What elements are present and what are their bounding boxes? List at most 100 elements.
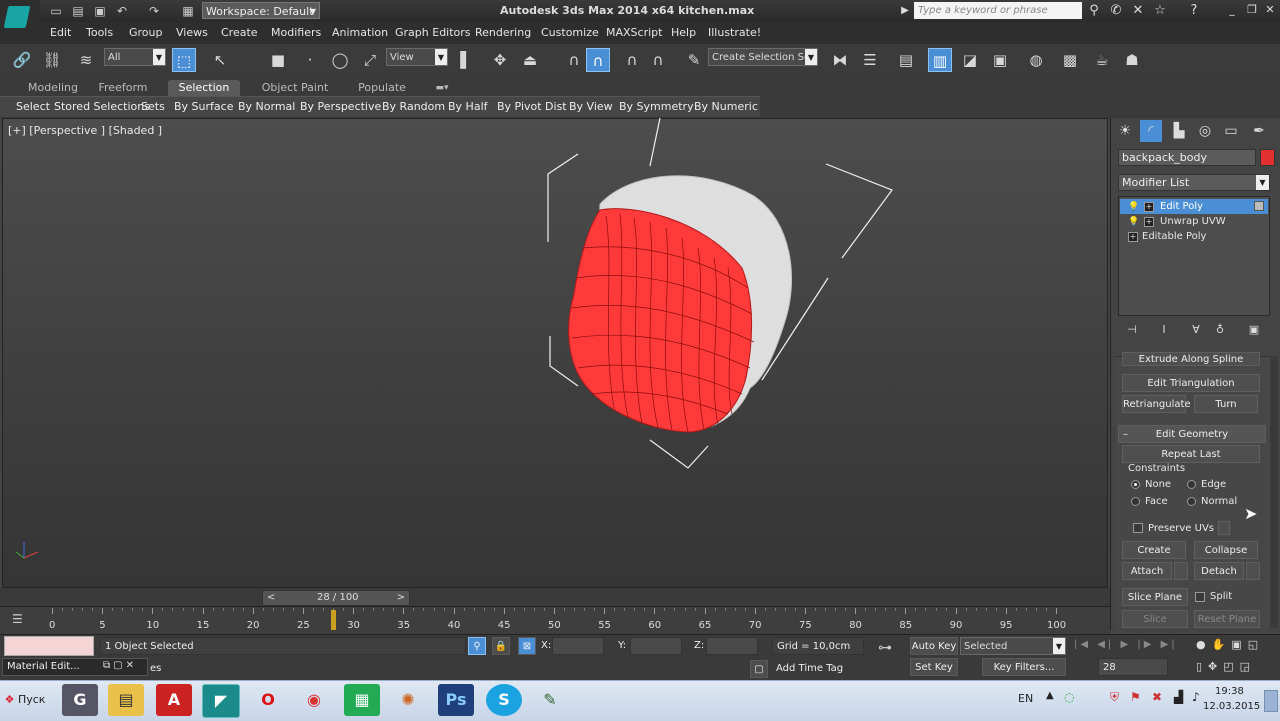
workspace-select[interactable]: Workspace: Default ▼ [202, 2, 320, 19]
edit-geometry-rollout-header[interactable]: – Edit Geometry [1118, 425, 1266, 443]
rectangular-region-icon[interactable]: ■ [266, 48, 290, 72]
split-checkbox[interactable] [1195, 592, 1205, 602]
keyboard-shortcut-override-icon[interactable]: ⏏ [518, 48, 542, 72]
minimize-icon[interactable]: _ [1224, 3, 1240, 18]
show-desktop-button[interactable] [1264, 690, 1278, 712]
start-button[interactable]: ❖ Пуск [2, 684, 48, 716]
time-prev-button[interactable]: < [267, 592, 275, 603]
percent-snap-icon[interactable]: ∩ [620, 48, 644, 72]
slice-plane-button[interactable]: Slice Plane [1122, 588, 1188, 606]
maxscript-listener[interactable] [4, 636, 94, 656]
taskbar-skype-icon[interactable]: S [486, 684, 522, 716]
ribbon-item-by-half[interactable]: By Half [448, 100, 488, 113]
detach-settings-icon[interactable] [1246, 562, 1260, 580]
set-keys-key-icon[interactable]: ⊶ [878, 640, 892, 656]
extrude-along-spline-button[interactable]: Extrude Along Spline [1122, 352, 1260, 366]
constraint-face-radio[interactable] [1131, 497, 1140, 506]
expand-plus-icon[interactable]: + [1144, 202, 1154, 212]
key-filters-button[interactable]: Key Filters... [982, 658, 1066, 676]
spinner-snap-icon[interactable]: ∩ [646, 48, 670, 72]
expand-plus-icon[interactable]: + [1144, 217, 1154, 227]
menu-rendering[interactable]: Rendering [475, 26, 531, 39]
ribbon-item-by-random[interactable]: By Random [382, 100, 445, 113]
stack-item-editable-poly[interactable]: + Editable Poly [1120, 229, 1268, 244]
ribbon-item-by-symmetry[interactable]: By Symmetry [619, 100, 694, 113]
select-manipulate-icon[interactable]: ✥ [488, 48, 512, 72]
modify-tab-icon[interactable]: ◜ [1140, 120, 1162, 142]
create-tab-icon[interactable]: ☀ [1114, 120, 1136, 142]
tab-object-paint[interactable]: Object Paint [260, 80, 330, 96]
current-frame-field[interactable]: 28 [1098, 658, 1168, 676]
render-production-icon[interactable]: ☗ [1120, 48, 1144, 72]
pin-stack-icon[interactable]: ⊣ [1124, 323, 1140, 339]
menu-animation[interactable]: Animation [332, 26, 388, 39]
save-file-icon[interactable]: ▣ [92, 3, 108, 19]
selection-filter-select[interactable]: All ▼ [104, 48, 166, 66]
lightbulb-icon[interactable]: 💡 [1128, 215, 1139, 227]
select-move-icon[interactable]: ◯ [328, 48, 352, 72]
modifier-list-select[interactable]: Modifier List ▼ [1118, 174, 1270, 191]
create-button[interactable]: Create [1122, 541, 1186, 559]
attach-settings-icon[interactable] [1174, 562, 1188, 580]
slice-button[interactable]: Slice [1122, 610, 1188, 628]
detach-button[interactable]: Detach [1194, 562, 1244, 580]
communication-center-icon[interactable]: ✆ [1108, 3, 1124, 19]
mini-curve-editor-icon[interactable]: ☰ [12, 612, 23, 626]
tab-modeling[interactable]: Modeling [26, 80, 80, 96]
constraint-none-radio[interactable] [1131, 480, 1140, 489]
exchange-icon[interactable]: ✕ [1130, 3, 1146, 19]
menu-modifiers[interactable]: Modifiers [271, 26, 321, 39]
play-arrow-icon[interactable]: ▶ [897, 3, 913, 19]
graphite-modeling-tools-button[interactable]: ▥ [928, 48, 952, 72]
tray-alert-icon[interactable]: ✖ [1152, 690, 1162, 704]
curve-editor-icon[interactable]: ◪ [958, 48, 982, 72]
x-coordinate-field[interactable] [552, 637, 604, 655]
constraint-edge-radio[interactable] [1187, 480, 1196, 489]
tray-network-icon[interactable]: ▟ [1174, 690, 1183, 704]
taskbar-chrome-icon[interactable]: ◉ [296, 684, 332, 716]
ribbon-item-sets[interactable]: Sets [141, 100, 165, 113]
material-editor-icon[interactable]: ◍ [1024, 48, 1048, 72]
menu-graph-editors[interactable]: Graph Editors [395, 26, 471, 39]
constraint-normal-radio[interactable] [1187, 497, 1196, 506]
angle-snap-button[interactable]: ∩ [586, 48, 610, 72]
remove-modifier-icon[interactable]: ♁ [1212, 323, 1228, 339]
expand-plus-icon[interactable]: + [1128, 232, 1138, 242]
make-unique-icon[interactable]: ∀ [1188, 323, 1204, 339]
stack-item-checkbox[interactable] [1254, 201, 1264, 211]
show-end-result-icon[interactable]: Ι [1156, 323, 1172, 339]
taskbar-acrobat-icon[interactable]: A [156, 684, 192, 716]
named-selection-select[interactable]: Create Selection Se ▼ [708, 48, 818, 66]
redo-icon[interactable]: ↷ [146, 3, 162, 19]
ribbon-item-select[interactable]: Select [16, 100, 50, 113]
object-name-field[interactable]: backpack_body [1118, 149, 1256, 166]
command-panel-scrollbar[interactable] [1270, 356, 1278, 628]
layer-manager-icon[interactable]: ▤ [894, 48, 918, 72]
taskbar-opera-icon[interactable]: O [250, 684, 286, 716]
z-coordinate-field[interactable] [706, 637, 758, 655]
menu-help[interactable]: Help [671, 26, 696, 39]
time-tag-icon[interactable]: ▢ [750, 660, 768, 678]
ribbon-item-by-numeric[interactable]: By Numeric [694, 100, 758, 113]
selection-lock-icon[interactable]: 🔒 [492, 637, 510, 655]
current-frame-marker[interactable] [331, 610, 337, 630]
menu-create[interactable]: Create [221, 26, 258, 39]
ribbon-item-stored-selections[interactable]: Stored Selections [54, 100, 150, 113]
time-next-button[interactable]: > [397, 592, 405, 603]
edit-triangulation-button[interactable]: Edit Triangulation [1122, 374, 1260, 392]
reset-plane-button[interactable]: Reset Plane [1194, 610, 1260, 628]
minimized-material-editor[interactable]: Material Edit... ⧉▢✕ [2, 658, 148, 676]
tray-security-icon[interactable]: ⛨ [1110, 690, 1119, 705]
ribbon-item-by-view[interactable]: By View [569, 100, 613, 113]
select-rotate-icon[interactable]: ⤢ [358, 48, 382, 72]
reference-coordinate-select[interactable]: View ▼ [386, 48, 448, 66]
taskbar-photoshop-icon[interactable]: Ps [438, 684, 474, 716]
repeat-last-button[interactable]: Repeat Last [1122, 445, 1260, 463]
menu-group[interactable]: Group [129, 26, 163, 39]
taskbar-monitor-icon[interactable]: ▦ [344, 684, 380, 716]
stack-item-edit-poly[interactable]: 💡 + Edit Poly [1120, 199, 1268, 214]
schematic-view-icon[interactable]: ▣ [988, 48, 1012, 72]
clock-time[interactable]: 19:38 [1215, 686, 1244, 697]
menu-customize[interactable]: Customize [541, 26, 599, 39]
select-object-button[interactable]: ⬚ [172, 48, 196, 72]
